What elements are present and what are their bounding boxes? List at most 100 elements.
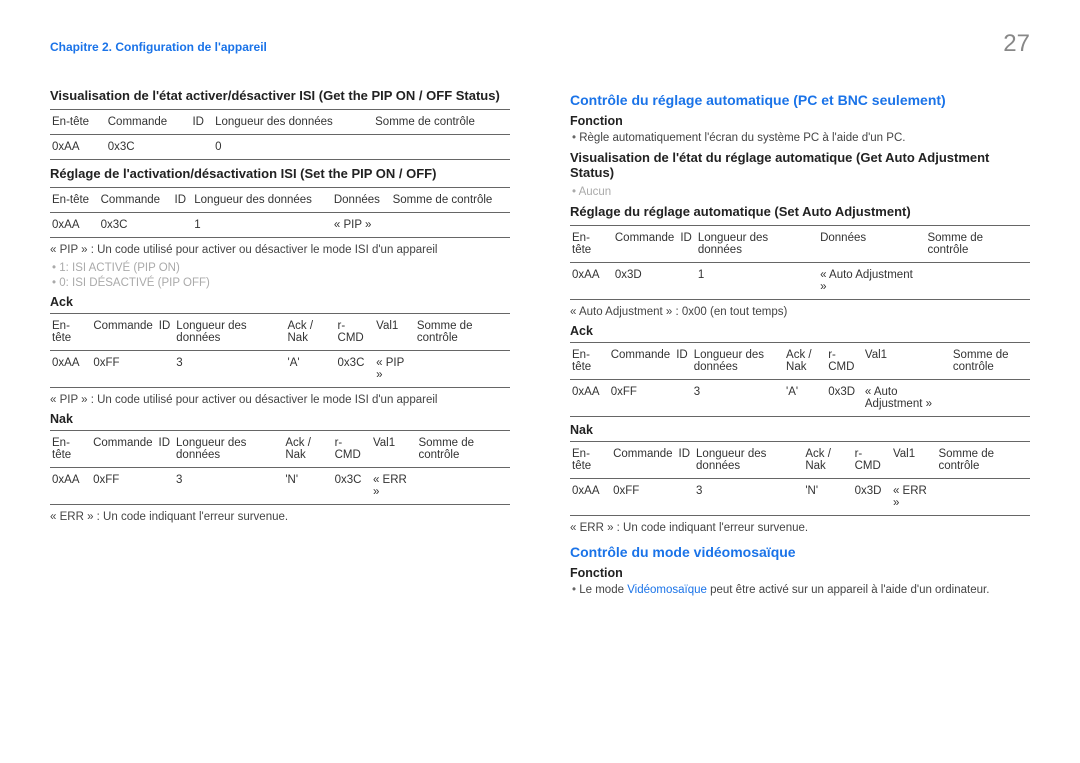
- left-ack-table: En-tête Commande ID Longueur des données…: [50, 313, 510, 388]
- td: [173, 213, 193, 238]
- th: Commande: [611, 442, 676, 479]
- th: En-tête: [50, 314, 91, 351]
- right-sec1-bullet1: Règle automatiquement l'écran du système…: [572, 132, 1030, 144]
- th: Données: [818, 226, 925, 263]
- td: 0xAA: [50, 135, 106, 160]
- left-sec2-table: En-tête Commande ID Longueur des données…: [50, 187, 510, 238]
- left-sec1-title: Visualisation de l'état activer/désactiv…: [50, 88, 510, 103]
- right-sec1-title3: Réglage du réglage automatique (Set Auto…: [570, 204, 1030, 219]
- th: r-CMD: [336, 314, 375, 351]
- td: 'A': [286, 351, 336, 388]
- td: 1: [192, 213, 332, 238]
- td: « PIP »: [374, 351, 415, 388]
- bullet-text-post: peut être activé sur un appareil à l'aid…: [707, 584, 990, 596]
- th: Longueur des données: [696, 226, 818, 263]
- bullet-link[interactable]: Vidéomosaïque: [627, 584, 707, 596]
- td: [391, 213, 510, 238]
- td: [678, 263, 696, 300]
- left-sec2-title: Réglage de l'activation/désactivation IS…: [50, 166, 510, 181]
- th: Ack / Nak: [286, 314, 336, 351]
- td: « ERR »: [371, 468, 416, 505]
- th: Somme de contrôle: [391, 188, 510, 213]
- left-column: Visualisation de l'état activer/désactiv…: [50, 82, 510, 599]
- page-number: 27: [1003, 30, 1030, 58]
- right-nak-note: « ERR » : Un code indiquant l'erreur sur…: [570, 522, 1030, 534]
- th: Somme de contrôle: [925, 226, 1030, 263]
- td: 0x3C: [106, 135, 191, 160]
- bullet-text-pre: Le mode: [579, 584, 627, 596]
- td: [373, 135, 510, 160]
- td: 3: [174, 468, 283, 505]
- td: « Auto Adjustment »: [818, 263, 925, 300]
- right-sec2-fonction: Fonction: [570, 566, 1030, 580]
- td: 'N': [803, 479, 852, 516]
- table-row: 0xAA 0xFF 3 'A' 0x3D « Auto Adjustment »: [570, 380, 1030, 417]
- th: En-tête: [570, 442, 611, 479]
- th: ID: [677, 442, 695, 479]
- table-row: 0xAA 0x3D 1 « Auto Adjustment »: [570, 263, 1030, 300]
- th: Somme de contrôle: [415, 314, 510, 351]
- td: [936, 479, 1030, 516]
- content-columns: Visualisation de l'état activer/désactiv…: [50, 82, 1030, 599]
- left-sec1-table: En-tête Commande ID Longueur des données…: [50, 109, 510, 160]
- td: 'A': [784, 380, 826, 417]
- td: 0x3D: [613, 263, 678, 300]
- left-ack-note: « PIP » : Un code utilisé pour activer o…: [50, 394, 510, 406]
- th: Commande: [91, 314, 156, 351]
- left-sec2-bullet2: 0: ISI DÉSACTIVÉ (PIP OFF): [52, 277, 510, 289]
- th: Commande: [609, 343, 674, 380]
- right-ack-table: En-tête Commande ID Longueur des données…: [570, 342, 1030, 417]
- th: En-tête: [50, 431, 91, 468]
- page-header: Chapitre 2. Configuration de l'appareil …: [50, 30, 1030, 58]
- th: En-tête: [570, 226, 613, 263]
- th: En-tête: [570, 343, 609, 380]
- td: « Auto Adjustment »: [863, 380, 951, 417]
- td: 0xFF: [611, 479, 676, 516]
- right-nak-table: En-tête Commande ID Longueur des données…: [570, 441, 1030, 516]
- right-sec1-title2: Visualisation de l'état du réglage autom…: [570, 150, 1030, 180]
- right-sec2-h3: Contrôle du mode vidéomosaïque: [570, 544, 1030, 560]
- th: Somme de contrôle: [951, 343, 1030, 380]
- td: 0x3D: [826, 380, 863, 417]
- td: 0xFF: [91, 468, 156, 505]
- th: r-CMD: [333, 431, 371, 468]
- th: Données: [332, 188, 391, 213]
- th: r-CMD: [826, 343, 863, 380]
- chapter-title: Chapitre 2. Configuration de l'appareil: [50, 40, 267, 54]
- th: Somme de contrôle: [416, 431, 510, 468]
- td: [157, 351, 175, 388]
- left-sec2-bullet1: 1: ISI ACTIVÉ (PIP ON): [52, 262, 510, 274]
- right-sec1-fonction: Fonction: [570, 114, 1030, 128]
- td: « ERR »: [891, 479, 936, 516]
- td: [677, 479, 695, 516]
- td: 'N': [283, 468, 332, 505]
- table-row: 0xAA 0x3C 1 « PIP »: [50, 213, 510, 238]
- td: 0xAA: [50, 213, 99, 238]
- th: ID: [674, 343, 692, 380]
- th: Somme de contrôle: [373, 110, 510, 135]
- right-nak-title: Nak: [570, 423, 1030, 437]
- td: [951, 380, 1030, 417]
- th: Commande: [99, 188, 173, 213]
- td: 0xAA: [570, 263, 613, 300]
- td: 0x3C: [99, 213, 173, 238]
- td: 3: [174, 351, 285, 388]
- td: [925, 263, 1030, 300]
- th: Val1: [863, 343, 951, 380]
- td: 0x3C: [333, 468, 371, 505]
- td: 0xAA: [50, 351, 91, 388]
- th: Longueur des données: [174, 314, 285, 351]
- td: 3: [694, 479, 803, 516]
- right-sec2-bullet: Le mode Vidéomosaïque peut être activé s…: [572, 584, 1030, 596]
- th: ID: [678, 226, 696, 263]
- td: 0xAA: [570, 380, 609, 417]
- page: Chapitre 2. Configuration de l'appareil …: [0, 0, 1080, 619]
- td: 0xAA: [570, 479, 611, 516]
- th: Commande: [613, 226, 678, 263]
- left-nak-table: En-tête Commande ID Longueur des données…: [50, 430, 510, 505]
- th: Val1: [891, 442, 936, 479]
- right-sec1-note: « Auto Adjustment » : 0x00 (en tout temp…: [570, 306, 1030, 318]
- table-row: 0xAA 0xFF 3 'N' 0x3C « ERR »: [50, 468, 510, 505]
- td: « PIP »: [332, 213, 391, 238]
- td: 0xAA: [50, 468, 91, 505]
